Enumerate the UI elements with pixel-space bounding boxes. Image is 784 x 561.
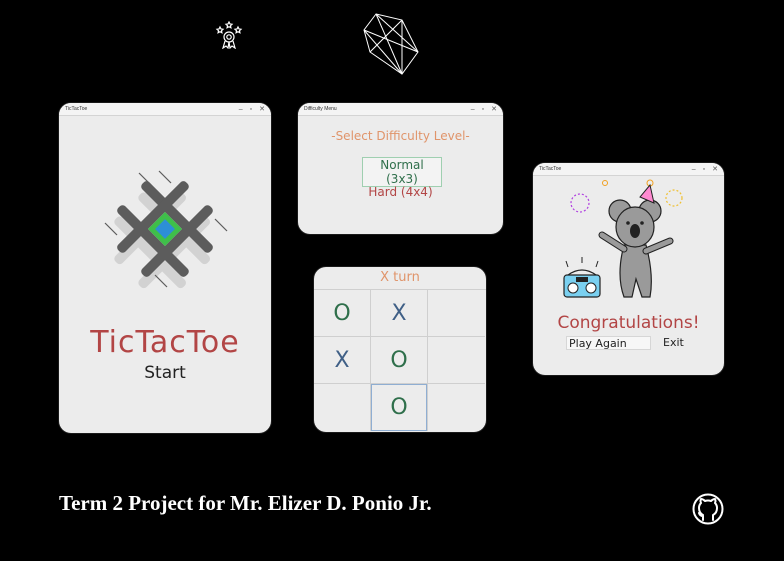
board-cell[interactable]: O — [314, 290, 371, 337]
difficulty-heading: -Select Difficulty Level- — [331, 129, 470, 143]
start-window-title: TicTacToe — [65, 106, 88, 112]
start-button[interactable]: Start — [129, 363, 201, 383]
normal-difficulty-button[interactable]: Normal (3x3) — [362, 157, 442, 187]
start-window: TicTacToe – ▫ ✕ TicTacToe Start — [59, 103, 271, 433]
board-cell[interactable] — [314, 384, 371, 431]
difficulty-window-titlebar: Difficulty Menu – ▫ ✕ — [298, 103, 503, 116]
board-cell[interactable]: O — [371, 384, 428, 431]
award-icon — [215, 21, 243, 49]
tictactoe-logo — [104, 170, 228, 289]
congrats-window-title: TicTacToe — [539, 166, 562, 172]
app-title: TicTacToe — [90, 325, 240, 360]
start-window-titlebar: TicTacToe – ▫ ✕ — [59, 103, 271, 116]
board-cell[interactable] — [428, 290, 485, 337]
board-cell[interactable] — [428, 384, 485, 431]
minimize-icon[interactable]: – — [471, 106, 475, 113]
dancing-koala-illustration — [563, 179, 683, 298]
play-again-button[interactable]: Play Again — [566, 336, 651, 350]
congrats-message: Congratulations! — [557, 313, 700, 333]
footer-caption: Term 2 Project for Mr. Elizer D. Ponio J… — [59, 491, 432, 515]
difficulty-window-title: Difficulty Menu — [304, 106, 337, 112]
exit-button[interactable]: Exit — [663, 336, 684, 350]
maximize-icon[interactable]: ▫ — [250, 106, 252, 113]
maximize-icon[interactable]: ▫ — [482, 106, 484, 113]
board-cell[interactable]: X — [314, 337, 371, 384]
close-icon[interactable]: ✕ — [491, 106, 497, 113]
minimize-icon[interactable]: – — [692, 166, 696, 173]
close-icon[interactable]: ✕ — [712, 166, 718, 173]
board-window: X turn O X X O O — [314, 267, 486, 432]
difficulty-window: Difficulty Menu – ▫ ✕ -Select Difficulty… — [298, 103, 503, 234]
board-cell[interactable]: O — [371, 337, 428, 384]
github-icon[interactable] — [692, 493, 724, 525]
minimize-icon[interactable]: – — [239, 106, 243, 113]
turn-indicator: X turn — [314, 267, 486, 290]
maximize-icon[interactable]: ▫ — [703, 166, 705, 173]
close-icon[interactable]: ✕ — [259, 106, 265, 113]
congrats-window: TicTacToe – ▫ ✕ Congratulations! Play Ag… — [533, 163, 724, 375]
game-board: O X X O O — [314, 290, 486, 431]
board-cell[interactable]: X — [371, 290, 428, 337]
board-cell[interactable] — [428, 337, 485, 384]
polygon-logo-icon — [363, 13, 419, 75]
hard-difficulty-button[interactable]: Hard (4x4) — [298, 185, 503, 199]
